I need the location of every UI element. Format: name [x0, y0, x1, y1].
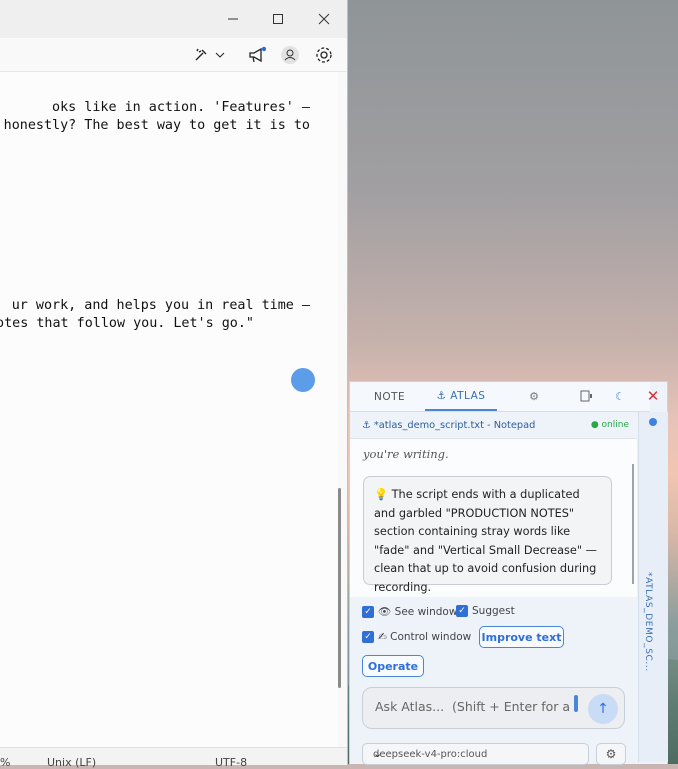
maximize-button[interactable]: [263, 4, 293, 34]
settings-tab[interactable]: ⚙: [526, 388, 542, 404]
status-encoding: UTF-8: [215, 756, 248, 769]
title-bar[interactable]: [0, 0, 347, 38]
text-caret: [574, 695, 578, 712]
control-window-checkbox[interactable]: ✓: [362, 631, 374, 643]
account-button[interactable]: [279, 44, 301, 66]
previous-message-tail: you're writing.: [363, 447, 449, 461]
moon-icon: ☾: [615, 389, 625, 403]
announcement-icon: [249, 46, 266, 63]
tab-atlas[interactable]: ⚓ ATLAS: [425, 382, 497, 411]
copilot-button[interactable]: [189, 44, 229, 66]
status-zoom: %: [0, 756, 11, 769]
model-settings-button[interactable]: ⚙: [596, 743, 626, 765]
notepad-toolbar: [0, 38, 347, 72]
editor-line: Notes that follow you. Let's go.": [0, 316, 254, 331]
improve-text-button[interactable]: Improve text: [479, 626, 564, 648]
vertical-scrollbar[interactable]: [338, 488, 341, 688]
maximize-icon: [273, 14, 283, 24]
atlas-tabbar: NOTE ⚓ ATLAS ⚙ ☾: [350, 382, 650, 412]
chat-area[interactable]: you're writing. 💡 The script ends with a…: [350, 439, 637, 597]
settings-button[interactable]: [313, 44, 335, 66]
account-icon: [281, 46, 299, 64]
model-select[interactable]: deepseek-v4-pro:cloud ⌄: [362, 743, 589, 765]
suggest-checkbox[interactable]: ✓: [456, 605, 468, 617]
arrow-up-icon: ↑: [597, 701, 609, 717]
suggest-label: Suggest: [472, 605, 515, 617]
see-window-checkbox[interactable]: ✓: [362, 605, 374, 618]
text-editor[interactable]: oks like in action. 'Features' — honestl…: [0, 72, 338, 747]
atlas-panel: NOTE ⚓ ATLAS ⚙ ☾ ✕ ⚓ *atlas_demo_script.…: [349, 381, 668, 765]
control-window-label: ✍ Control window: [378, 631, 472, 643]
see-window-option[interactable]: ✓ 👁 See window: [362, 605, 457, 618]
editor-line: ur work, and helps you in real time —: [11, 298, 310, 313]
suggest-option[interactable]: ✓ Suggest: [456, 605, 515, 617]
tab-note[interactable]: NOTE: [374, 382, 405, 411]
assistant-message: 💡 The script ends with a duplicated and …: [363, 476, 612, 594]
see-window-label: 👁 See window: [378, 606, 458, 618]
minimize-icon: [228, 18, 238, 20]
status-dot: [649, 418, 657, 426]
close-icon: ✕: [646, 387, 660, 405]
theme-toggle-button[interactable]: ☾: [612, 388, 628, 404]
status-line-ending: Unix (LF): [47, 756, 97, 769]
whats-new-button[interactable]: [245, 44, 269, 66]
chat-scrollbar[interactable]: [632, 464, 634, 584]
context-bar: ⚓ *atlas_demo_script.txt - Notepad ● onl…: [350, 412, 637, 439]
chevron-down-icon: [215, 52, 225, 58]
editor-line: honestly? The best way to get it is to: [0, 118, 310, 133]
ask-atlas-input[interactable]: [373, 698, 577, 715]
gear-icon: ⚙: [529, 389, 539, 403]
gear-icon: [316, 47, 332, 63]
operate-button[interactable]: Operate: [362, 655, 424, 677]
send-button[interactable]: ↑: [588, 694, 618, 724]
editor-line: oks like in action. 'Features' —: [52, 100, 310, 115]
close-button[interactable]: [309, 4, 339, 34]
chevron-down-icon: ⌄: [373, 747, 383, 760]
context-window-title: ⚓ *atlas_demo_script.txt - Notepad: [362, 419, 536, 431]
status-bar: % Unix (LF) UTF-8: [0, 747, 347, 769]
gear-icon: ⚙: [605, 747, 617, 761]
window-capture-icon: [580, 390, 592, 402]
minimize-button[interactable]: [218, 4, 248, 34]
online-status: ● online: [590, 420, 629, 430]
copilot-icon: [195, 48, 207, 61]
close-icon: [318, 13, 330, 25]
side-document-label: *ATLAS_DEMO_SC...: [643, 572, 653, 672]
side-strip: *ATLAS_DEMO_SC...: [638, 412, 668, 762]
window-capture-button[interactable]: [578, 388, 594, 404]
floating-action-button[interactable]: [291, 368, 315, 392]
ask-atlas-box: ↑: [362, 687, 625, 729]
atlas-close-button[interactable]: ✕: [645, 387, 661, 405]
control-window-option[interactable]: ✓ ✍ Control window: [362, 631, 471, 643]
